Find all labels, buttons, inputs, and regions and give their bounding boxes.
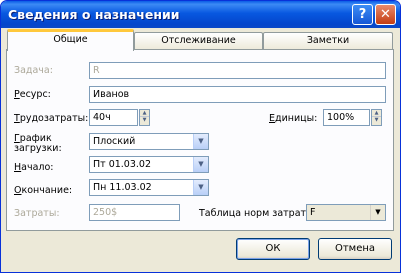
units-field[interactable]: 100%	[323, 109, 370, 126]
spin-up-icon[interactable]: ▲	[372, 110, 381, 117]
cancel-button[interactable]: Отмена	[318, 238, 392, 260]
tab-tracking[interactable]: Отслеживание	[134, 32, 263, 50]
start-date-value: Пт 01.03.02	[93, 159, 152, 170]
spin-up-icon[interactable]: ▲	[140, 110, 149, 117]
tab-tracking-label: Отслеживание	[161, 35, 236, 46]
work-contour-label-line2: загрузки:	[14, 143, 62, 154]
cost-label: Затраты:	[14, 208, 60, 219]
close-button[interactable]: ✕	[375, 4, 396, 25]
help-icon: ?	[358, 7, 367, 22]
assignment-info-dialog: Сведения о назначении ? ✕ Общие Отслежив…	[0, 0, 401, 273]
finish-label: Окончание:	[14, 185, 73, 196]
chevron-down-icon[interactable]: ▼	[193, 134, 208, 149]
help-button[interactable]: ?	[352, 4, 373, 25]
work-spinner[interactable]: ▲ ▼	[139, 109, 150, 126]
chevron-down-icon[interactable]: ▼	[193, 180, 208, 195]
close-icon: ✕	[380, 7, 391, 22]
cost-rate-table-select[interactable]: F ▼	[306, 204, 386, 221]
tab-notes[interactable]: Заметки	[263, 32, 393, 50]
resource-label: Ресурс:	[14, 89, 51, 100]
finish-date-value: Пн 11.03.02	[93, 182, 152, 193]
spin-down-icon[interactable]: ▼	[372, 117, 381, 124]
chevron-down-icon[interactable]: ▼	[370, 205, 385, 220]
cost-rate-table-value: F	[310, 207, 316, 218]
task-field: R	[89, 62, 386, 79]
start-label: Начало:	[14, 162, 54, 173]
chevron-down-icon[interactable]: ▼	[193, 157, 208, 172]
finish-date-select[interactable]: Пн 11.03.02 ▼	[89, 179, 209, 196]
work-field[interactable]: 40ч	[89, 109, 138, 126]
tab-general-label: Общие	[53, 34, 88, 45]
task-label: Задача:	[14, 65, 53, 76]
ok-button[interactable]: ОК	[236, 238, 310, 260]
tab-notes-label: Заметки	[306, 35, 350, 46]
tab-strip: Общие Отслеживание Заметки	[1, 28, 400, 51]
title-bar[interactable]: Сведения о назначении ? ✕	[1, 1, 400, 28]
units-spinner[interactable]: ▲ ▼	[371, 109, 382, 126]
cost-rate-table-label: Таблица норм затрат:	[199, 208, 310, 219]
work-contour-value: Плоский	[93, 136, 136, 147]
work-contour-select[interactable]: Плоский ▼	[89, 133, 209, 150]
tab-general[interactable]: Общие	[7, 29, 134, 51]
units-label: Единицы:	[269, 113, 318, 124]
spin-down-icon[interactable]: ▼	[140, 117, 149, 124]
work-label: Трудозатраты:	[14, 113, 89, 124]
dialog-title: Сведения о назначении	[8, 7, 180, 22]
cost-field: 250$	[89, 204, 180, 221]
start-date-select[interactable]: Пт 01.03.02 ▼	[89, 156, 209, 173]
resource-field[interactable]: Иванов	[89, 86, 386, 103]
